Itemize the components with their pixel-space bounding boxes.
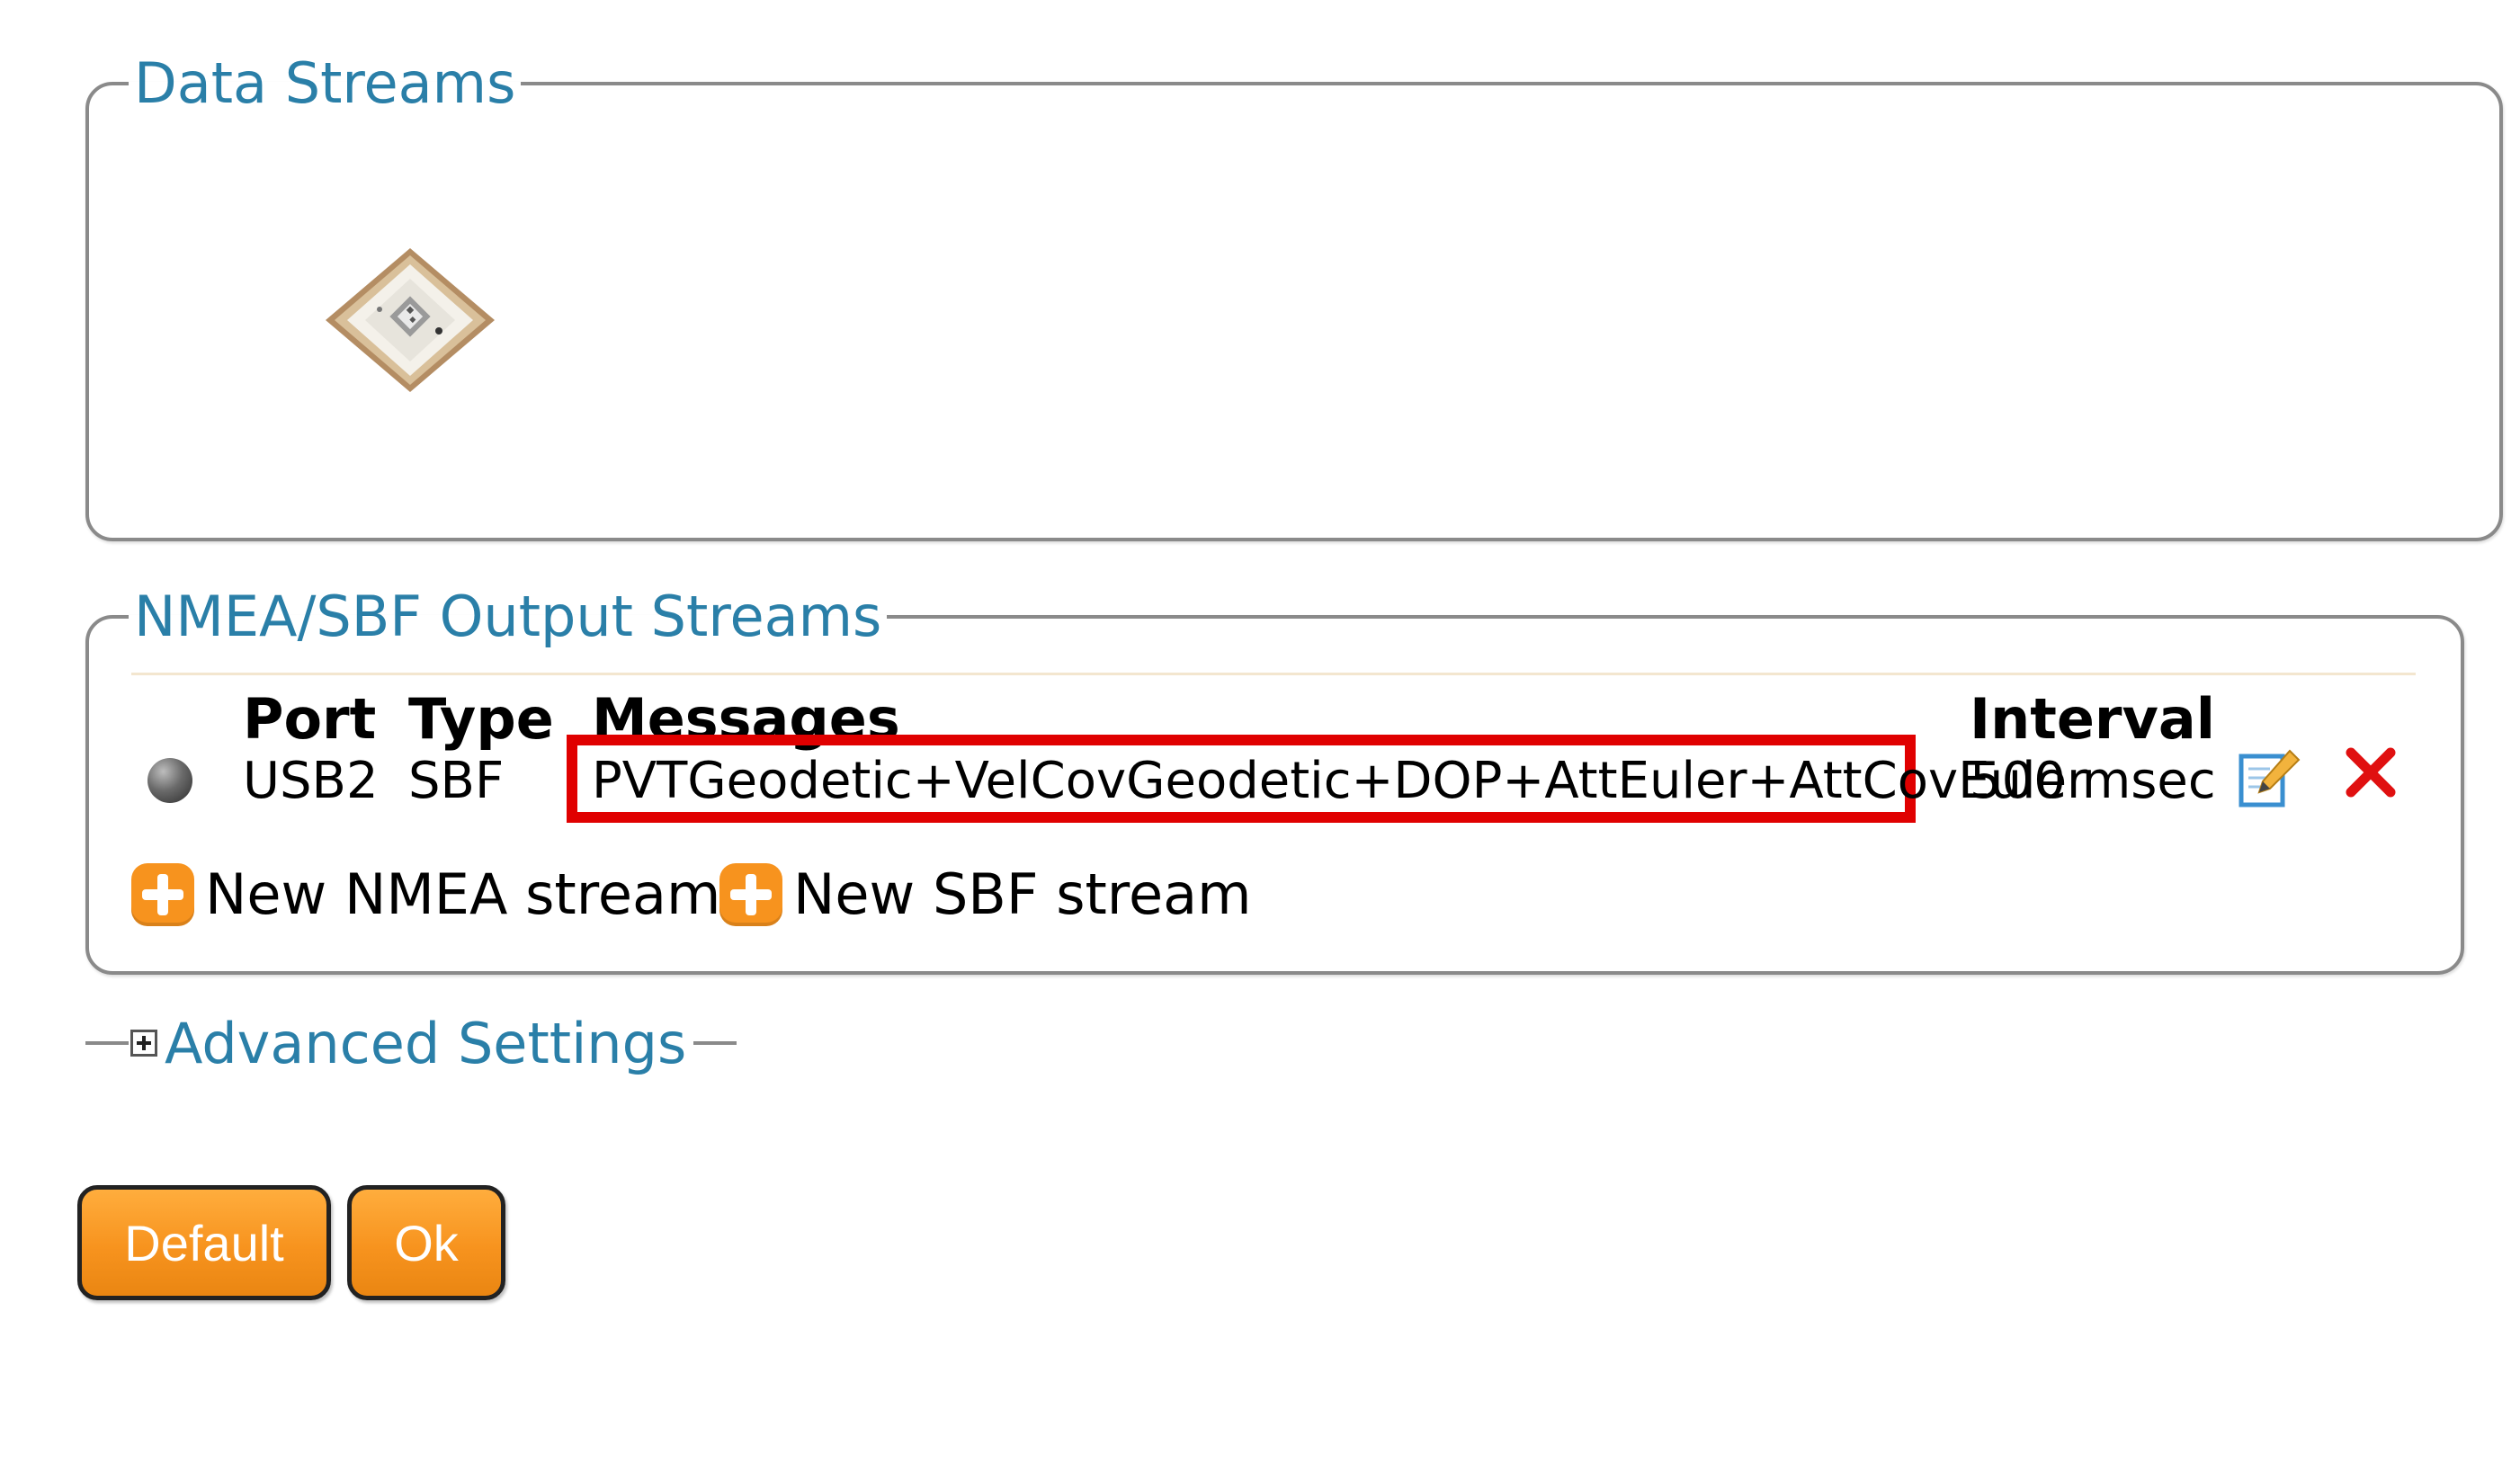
delete-icon[interactable] — [2342, 744, 2399, 801]
plus-icon — [131, 863, 194, 926]
edit-icon[interactable] — [2238, 747, 2301, 808]
output-streams-legend: NMEA/SBF Output Streams — [134, 584, 882, 649]
receiver-config-page: Data Streams NMEA/SBF Output Streams Por… — [0, 0, 2520, 1463]
gnss-receiver-chip-icon[interactable] — [320, 243, 500, 396]
status-dot-icon — [147, 758, 192, 803]
default-button[interactable]: Default — [77, 1185, 331, 1300]
new-nmea-stream-button[interactable]: New NMEA stream — [131, 863, 720, 926]
ok-button[interactable]: Ok — [347, 1185, 505, 1300]
stream-port: USB2 — [243, 752, 379, 810]
plus-icon — [719, 863, 782, 926]
stream-type: SBF — [408, 752, 505, 810]
data-streams-legend: Data Streams — [134, 50, 516, 116]
column-header-port: Port — [243, 686, 377, 752]
new-sbf-stream-button[interactable]: New SBF stream — [719, 863, 1251, 926]
divider — [85, 1041, 129, 1045]
new-sbf-stream-label: New SBF stream — [793, 861, 1252, 927]
stream-messages: PVTGeodetic+VelCovGeodetic+DOP+AttEuler+… — [592, 752, 2088, 810]
column-header-type: Type — [408, 686, 554, 752]
divider — [693, 1041, 737, 1045]
advanced-settings-label[interactable]: Advanced Settings — [165, 1011, 686, 1076]
column-header-interval: Interval — [1970, 686, 2215, 752]
stream-interval: 500 msec — [1970, 752, 2216, 810]
new-nmea-stream-label: New NMEA stream — [205, 861, 721, 927]
advanced-settings-toggle[interactable]: Advanced Settings — [85, 1011, 737, 1076]
output-streams-table: Port Type Messages Interval USB2 SBF PVT… — [131, 673, 2416, 823]
expand-icon[interactable] — [130, 1030, 157, 1057]
